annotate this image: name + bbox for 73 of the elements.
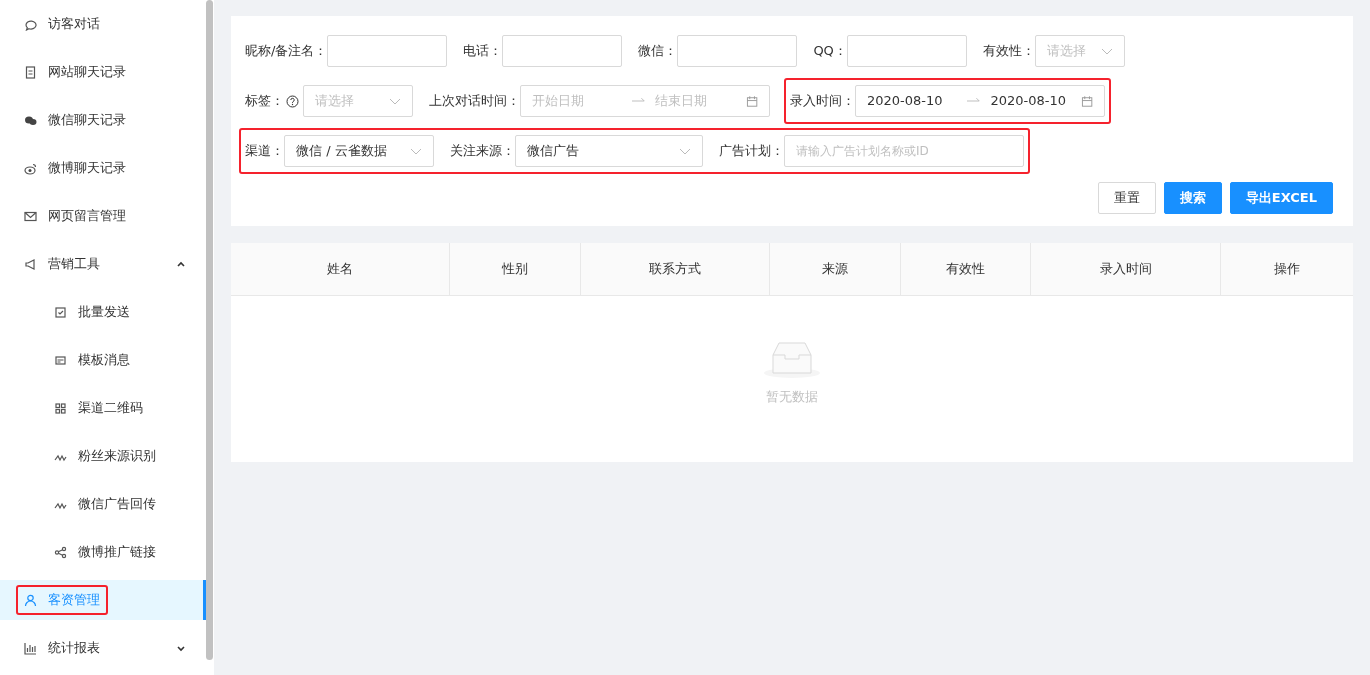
scrollbar-thumb[interactable] bbox=[206, 0, 213, 660]
start-date-placeholder: 开始日期 bbox=[532, 92, 585, 111]
bubble-icon bbox=[24, 17, 37, 31]
sidebar-item[interactable]: 网站聊天记录 bbox=[0, 48, 206, 96]
field-label: QQ： bbox=[813, 42, 847, 61]
field-label: 广告计划： bbox=[719, 142, 784, 161]
document-icon bbox=[24, 65, 37, 79]
field-label: 微信： bbox=[638, 42, 678, 61]
input-field[interactable] bbox=[502, 35, 623, 67]
eye-icon bbox=[24, 161, 37, 175]
sidebar-item[interactable]: 网页留言管理 bbox=[0, 192, 206, 240]
empty-message: 暂无数据 bbox=[766, 388, 818, 406]
input-field[interactable] bbox=[846, 35, 967, 67]
select-value: 微信广告 bbox=[527, 142, 579, 161]
chevron-down-icon bbox=[410, 146, 422, 156]
column-header: 操作 bbox=[1272, 260, 1301, 279]
field-label: 渠道： bbox=[245, 142, 284, 161]
column-header: 姓名 bbox=[231, 243, 450, 295]
help-icon[interactable] bbox=[286, 94, 299, 108]
input-field[interactable] bbox=[677, 35, 798, 67]
chevron-down-icon bbox=[389, 96, 401, 106]
select-field[interactable]: 微信 / 云雀数据 bbox=[284, 135, 434, 167]
select-value: 微信 / 云雀数据 bbox=[296, 142, 387, 161]
select-field[interactable]: 微信广告 bbox=[515, 135, 703, 167]
field-label: 昵称/备注名： bbox=[245, 42, 328, 61]
field-label: 标签： bbox=[245, 92, 284, 111]
action-button[interactable]: 重置 bbox=[1097, 182, 1156, 214]
share-icon bbox=[54, 545, 67, 559]
megaphone-icon bbox=[24, 257, 37, 271]
arrow-icon bbox=[967, 97, 981, 105]
submenu-item[interactable]: 粉丝来源识别 bbox=[0, 432, 206, 480]
submenu-item[interactable]: 批量发送 bbox=[0, 288, 206, 336]
sidebar-item[interactable]: 访客对话 bbox=[0, 0, 206, 48]
submenu-item[interactable]: 模板消息 bbox=[0, 336, 206, 384]
chevron-up-icon[interactable] bbox=[176, 259, 186, 269]
select-placeholder: 请选择 bbox=[1046, 42, 1086, 61]
sidebar-item[interactable]: 微信聊天记录 bbox=[0, 96, 206, 144]
calendar-icon bbox=[745, 94, 758, 108]
submenu-item[interactable]: 渠道二维码 bbox=[0, 384, 206, 432]
select-placeholder: 请选择 bbox=[315, 92, 354, 111]
submenu-item[interactable]: 微信广告回传 bbox=[0, 480, 206, 528]
sidebar-item[interactable]: 微博聊天记录 bbox=[0, 144, 206, 192]
input-field[interactable] bbox=[327, 35, 448, 67]
field-label: 关注来源： bbox=[450, 142, 515, 161]
chevron-down-icon bbox=[1100, 46, 1113, 56]
column-header: 有效性 bbox=[901, 243, 1031, 295]
checked-note-icon bbox=[54, 305, 67, 319]
chevron-down-icon bbox=[679, 146, 691, 156]
column-header: 来源 bbox=[770, 243, 901, 295]
chevron-down-icon[interactable] bbox=[176, 643, 186, 653]
arrow-icon bbox=[632, 97, 646, 105]
end-date: 2020-08-10 bbox=[990, 92, 1068, 111]
empty-inbox-icon bbox=[763, 341, 821, 379]
bar-chart-icon bbox=[24, 641, 37, 655]
column-header: 联系方式 bbox=[581, 243, 770, 295]
template-icon bbox=[54, 353, 67, 367]
sidebar-item[interactable]: 统计报表 bbox=[0, 624, 206, 672]
field-label: 上次对话时间： bbox=[429, 92, 520, 111]
grid-icon bbox=[54, 401, 67, 415]
calendar-icon bbox=[1080, 94, 1093, 108]
column-header: 录入时间 bbox=[1031, 243, 1221, 295]
field-label: 录入时间： bbox=[790, 92, 855, 111]
envelope-icon bbox=[24, 209, 37, 223]
date-range-field[interactable]: 2020-08-10 2020-08-10 bbox=[855, 85, 1105, 117]
submenu-item[interactable]: 微博推广链接 bbox=[0, 528, 206, 576]
sidebar-item[interactable]: 营销工具 bbox=[0, 240, 206, 288]
column-header: 性别 bbox=[450, 243, 581, 295]
field-label: 有效性： bbox=[982, 42, 1035, 61]
field-label: 电话： bbox=[463, 42, 503, 61]
end-date-placeholder: 结束日期 bbox=[655, 92, 709, 111]
person-icon bbox=[24, 593, 37, 607]
input-field[interactable]: 请输入广告计划名称或ID bbox=[784, 135, 1024, 167]
start-date: 2020-08-10 bbox=[867, 92, 944, 111]
